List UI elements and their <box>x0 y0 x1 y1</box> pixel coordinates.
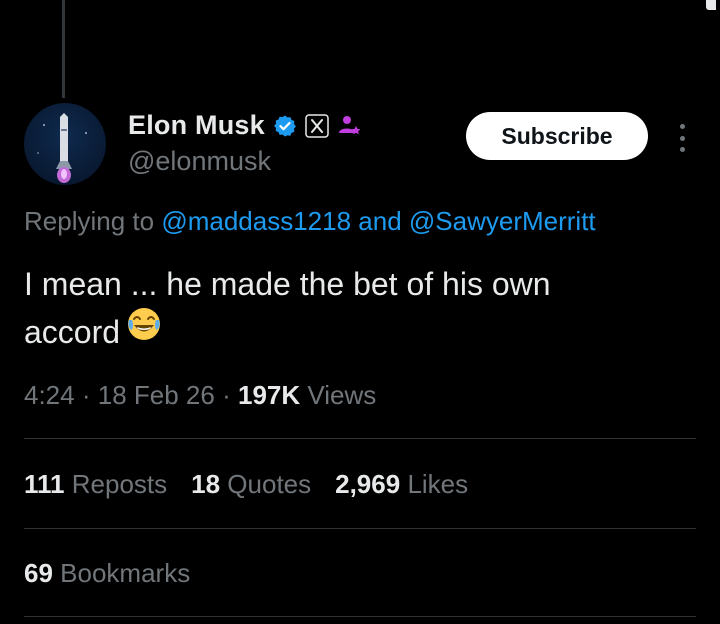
reposts-stat[interactable]: 111 Reposts <box>24 469 167 500</box>
tweet-line-2: accord <box>24 308 684 359</box>
engagement-stats: 111 Reposts 18 Quotes 2,969 Likes <box>24 469 468 500</box>
quotes-count: 18 <box>191 469 221 499</box>
verified-badge-icon <box>273 114 297 138</box>
divider <box>24 616 696 617</box>
more-options-icon[interactable] <box>670 118 694 158</box>
tweet-meta: 4:24 · 18 Feb 26 · 197K Views <box>24 380 376 411</box>
likes-label: Likes <box>407 469 469 499</box>
avatar[interactable] <box>24 103 106 185</box>
divider <box>24 438 696 439</box>
author-handle[interactable]: @elonmusk <box>128 146 271 177</box>
quotes-stat[interactable]: 18 Quotes <box>191 469 311 500</box>
mention-sawyermerritt[interactable]: @SawyerMerritt <box>409 206 596 236</box>
bookmarks-stat[interactable]: 69 Bookmarks <box>24 558 190 589</box>
views-count: 197K <box>237 380 301 410</box>
author-name[interactable]: Elon Musk <box>128 110 265 141</box>
likes-stat[interactable]: 2,969 Likes <box>335 469 468 500</box>
tweet-line-1: I mean ... he made the bet of his own <box>24 266 551 302</box>
bookmarks-label: Bookmarks <box>60 558 191 588</box>
author-name-row: Elon Musk <box>128 110 363 141</box>
bookmarks-count: 69 <box>24 558 53 588</box>
meta-separator: · <box>222 380 231 410</box>
x-affiliate-icon[interactable] <box>305 113 329 138</box>
tweet-date[interactable]: 18 Feb 26 <box>98 380 215 410</box>
reposts-count: 111 <box>24 469 65 499</box>
quotes-label: Quotes <box>227 469 312 499</box>
subscriber-person-icon <box>337 113 363 139</box>
likes-count: 2,969 <box>335 469 401 499</box>
divider <box>24 528 696 529</box>
replying-prefix: Replying to <box>24 206 155 236</box>
tweet-time[interactable]: 4:24 <box>24 380 75 410</box>
mention-conjunction: and <box>358 206 402 236</box>
subscribe-button[interactable]: Subscribe <box>466 112 648 160</box>
reposts-label: Reposts <box>71 469 168 499</box>
corner-mark <box>706 0 716 10</box>
tweet-text: I mean ... he made the bet of his own ac… <box>24 260 684 359</box>
meta-separator: · <box>81 380 91 410</box>
views-label: Views <box>307 380 377 410</box>
tweet-word: accord <box>24 314 121 350</box>
thread-line <box>62 0 65 98</box>
mention-maddass1218[interactable]: @maddass1218 <box>161 206 351 236</box>
laughing-emoji-icon <box>126 306 162 355</box>
replying-to: Replying to @maddass1218 and @SawyerMerr… <box>24 206 596 237</box>
